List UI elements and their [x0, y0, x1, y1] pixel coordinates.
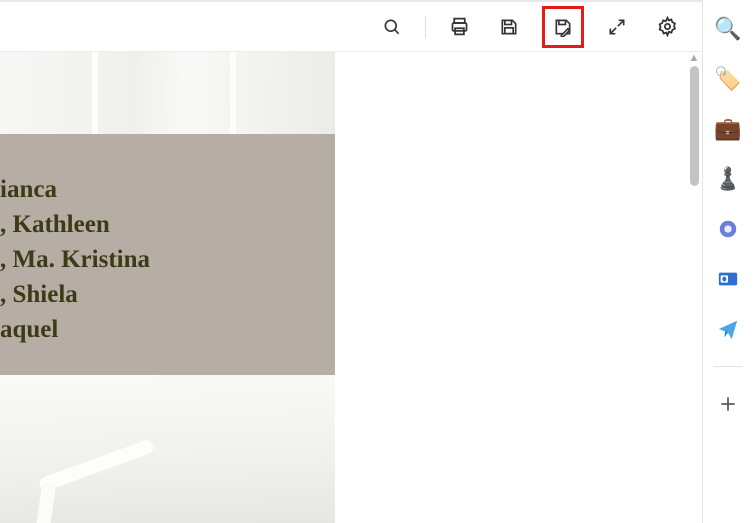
document-viewport: ianca , Kathleen , Ma. Kristina , Shiela… — [0, 52, 702, 523]
scroll-up-arrow-icon[interactable]: ▲ — [688, 52, 700, 64]
top-toolbar — [0, 2, 702, 52]
settings-button[interactable] — [650, 10, 684, 44]
search-button[interactable] — [375, 10, 409, 44]
panel-tag-tool[interactable]: 🏷️ — [713, 64, 743, 94]
copilot-icon — [717, 218, 739, 240]
magnifier-icon: 🔍 — [714, 16, 741, 42]
main-area: ianca , Kathleen , Ma. Kristina , Shiela… — [0, 0, 702, 523]
name-line: , Kathleen — [0, 207, 335, 242]
paper-plane-icon — [717, 318, 739, 340]
print-icon — [449, 16, 470, 37]
save-edit-button[interactable] — [546, 10, 580, 44]
slide-photo-top — [0, 52, 335, 134]
search-icon — [382, 17, 402, 37]
plus-icon — [718, 394, 738, 414]
panel-send-tool[interactable] — [713, 314, 743, 344]
panel-search-tool[interactable]: 🔍 — [713, 14, 743, 44]
save-button[interactable] — [492, 10, 526, 44]
print-button[interactable] — [442, 10, 476, 44]
right-tool-panel: 🔍 🏷️ 💼 ♟️ — [702, 0, 753, 523]
lamp-arm — [38, 438, 156, 492]
name-line: , Shiela — [0, 277, 335, 312]
scroll-thumb[interactable] — [690, 66, 699, 186]
panel-divider — [713, 366, 743, 367]
name-line: ianca — [0, 172, 335, 207]
names-text-block: ianca , Kathleen , Ma. Kristina , Shiela… — [0, 134, 335, 375]
document-page-clip: ianca , Kathleen , Ma. Kristina , Shiela… — [0, 52, 335, 523]
expand-icon — [607, 17, 627, 37]
outlook-icon — [717, 268, 739, 290]
panel-copilot-tool[interactable] — [713, 214, 743, 244]
briefcase-icon: 💼 — [714, 116, 741, 142]
vertical-scrollbar[interactable]: ▲ — [688, 52, 700, 523]
panel-briefcase-tool[interactable]: 💼 — [713, 114, 743, 144]
fullscreen-button[interactable] — [600, 10, 634, 44]
lamp-stem — [34, 482, 56, 523]
app-root: ianca , Kathleen , Ma. Kristina , Shiela… — [0, 0, 753, 523]
save-icon — [499, 17, 519, 37]
toolbar-divider — [425, 16, 426, 38]
panel-outlook-tool[interactable] — [713, 264, 743, 294]
gear-icon — [657, 16, 678, 37]
save-edit-icon — [553, 17, 573, 37]
name-line: , Ma. Kristina — [0, 242, 335, 277]
panel-add-button[interactable] — [713, 389, 743, 419]
highlighted-save-edit — [542, 6, 584, 48]
panel-pieces-tool[interactable]: ♟️ — [713, 164, 743, 194]
chess-icon: ♟️ — [714, 166, 741, 192]
tag-icon: 🏷️ — [714, 66, 741, 92]
slide-photo-bottom — [0, 375, 335, 523]
name-line: aquel — [0, 312, 335, 347]
